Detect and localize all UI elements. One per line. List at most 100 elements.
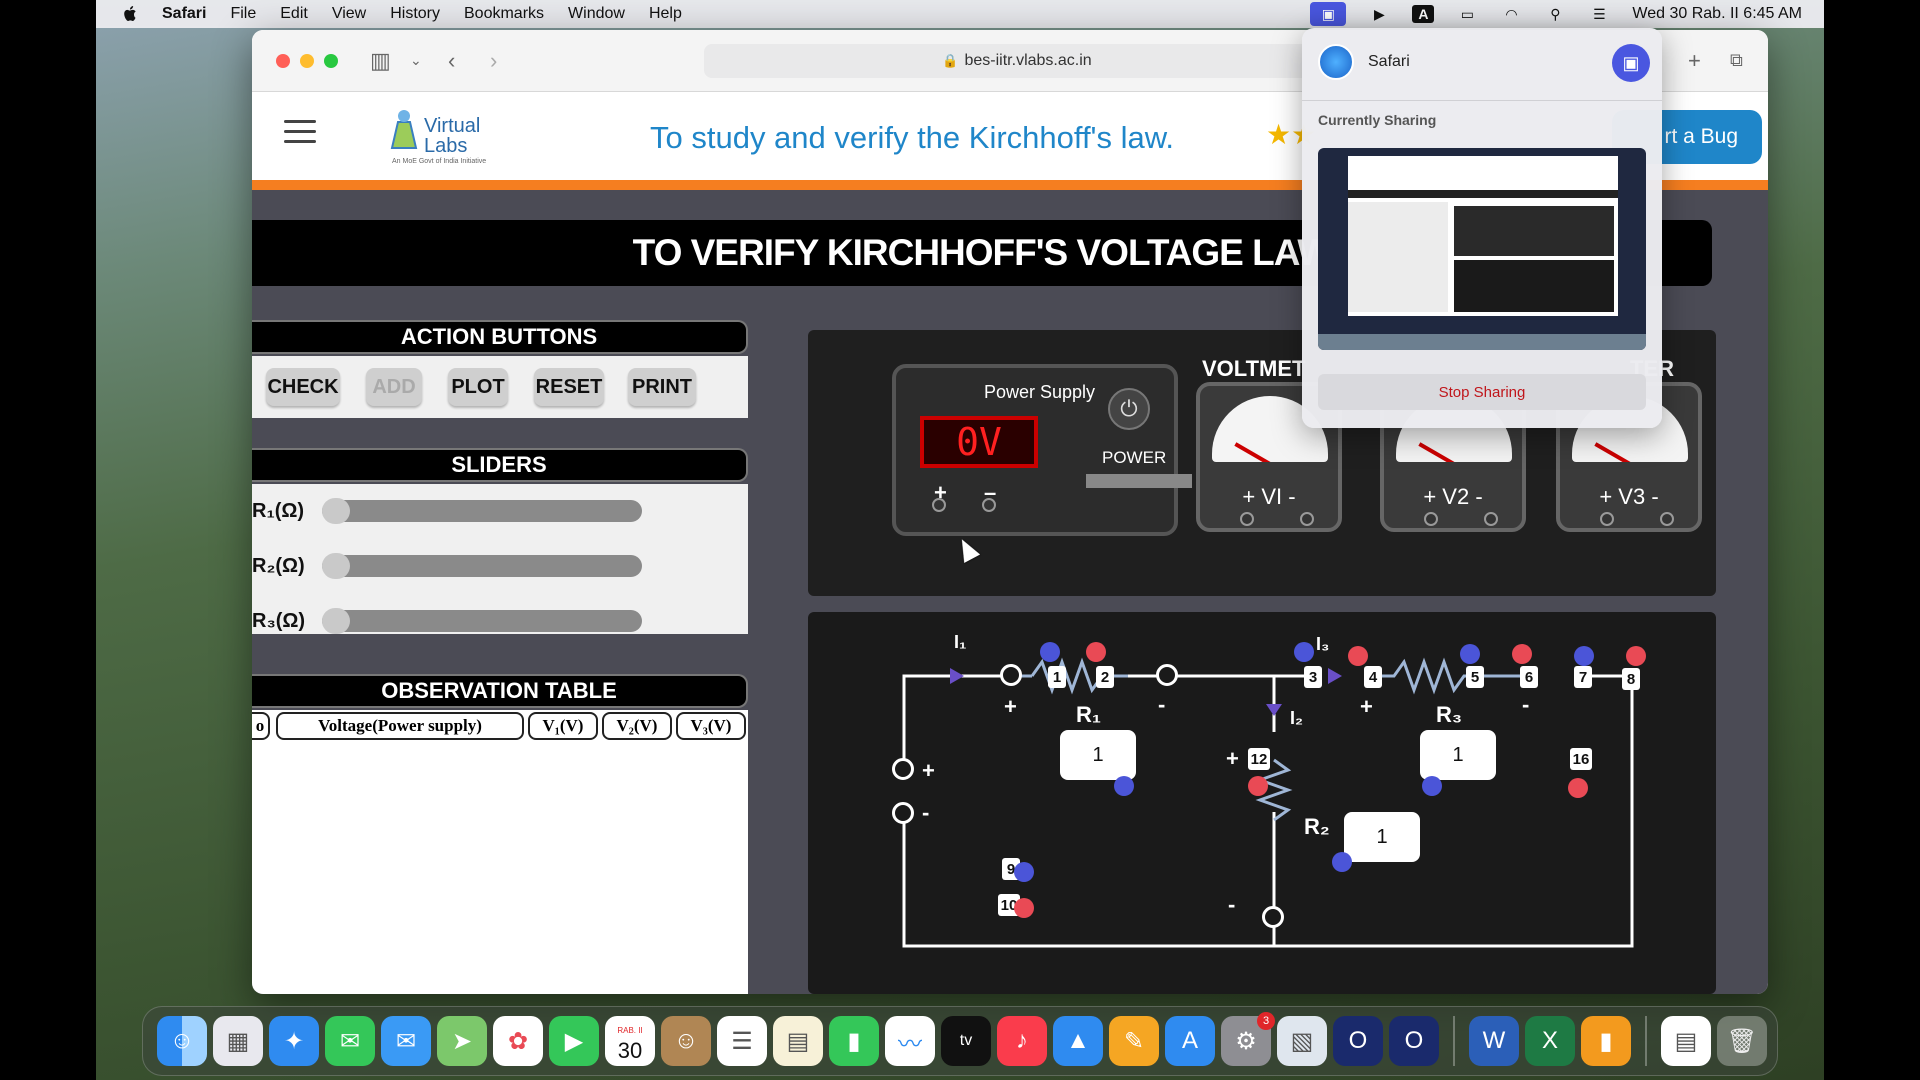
calendar-icon[interactable]: RAB. II 30 xyxy=(605,1016,655,1066)
menu-file[interactable]: File xyxy=(230,5,256,23)
connection-point-6[interactable] xyxy=(1512,644,1532,664)
menu-view[interactable]: View xyxy=(332,5,366,23)
connection-point-r3[interactable] xyxy=(1422,776,1442,796)
hamburger-menu-icon[interactable] xyxy=(284,120,316,144)
slider-r2-handle[interactable] xyxy=(322,553,350,579)
connection-point-2[interactable] xyxy=(1086,642,1106,662)
photos-icon[interactable]: ✿ xyxy=(493,1016,543,1066)
input-source-icon[interactable]: A xyxy=(1412,5,1435,23)
connection-point-3[interactable] xyxy=(1294,642,1314,662)
reset-button[interactable]: RESET xyxy=(534,368,604,406)
tab-overview-icon[interactable]: ⧉ xyxy=(1730,50,1743,71)
connection-point-4[interactable] xyxy=(1348,646,1368,666)
close-window-button[interactable] xyxy=(276,54,290,68)
voltmeter-v2-negative-terminal[interactable] xyxy=(1484,512,1498,526)
numbers-icon[interactable]: ▮ xyxy=(829,1016,879,1066)
sharing-preview-thumbnail[interactable] xyxy=(1318,148,1646,350)
facetime-icon[interactable]: ▶ xyxy=(549,1016,599,1066)
pages-icon[interactable]: ✎ xyxy=(1109,1016,1159,1066)
excel-icon[interactable]: X xyxy=(1525,1016,1575,1066)
connection-point-r2[interactable] xyxy=(1332,852,1352,872)
voltmeter-v1-positive-terminal[interactable] xyxy=(1240,512,1254,526)
power-supply-knob[interactable] xyxy=(1086,474,1192,488)
observation-table-header: OBSERVATION TABLE xyxy=(252,674,748,708)
downloads-stack-icon[interactable]: ▤ xyxy=(1661,1016,1711,1066)
menubar-datetime[interactable]: Wed 30 Rab. II 6:45 AM xyxy=(1632,5,1802,23)
apple-tv-icon[interactable]: tv xyxy=(941,1016,991,1066)
zoom-window-button[interactable] xyxy=(324,54,338,68)
menu-help[interactable]: Help xyxy=(649,5,682,23)
connection-point-12[interactable] xyxy=(1248,776,1268,796)
stop-sharing-button[interactable]: Stop Sharing xyxy=(1318,374,1646,410)
address-bar[interactable]: 🔒 bes-iitr.vlabs.ac.in xyxy=(704,44,1330,78)
menu-app-name[interactable]: Safari xyxy=(162,5,206,23)
power-button-icon[interactable]: ⏻ xyxy=(1108,388,1150,430)
minimize-window-button[interactable] xyxy=(300,54,314,68)
screen-sharing-icon[interactable]: ▣ xyxy=(1310,2,1347,26)
launchpad-icon[interactable]: ▦ xyxy=(213,1016,263,1066)
trash-icon[interactable]: 🗑 xyxy=(1717,1016,1767,1066)
print-button[interactable]: PRINT xyxy=(628,368,696,406)
connection-point-r1[interactable] xyxy=(1114,776,1134,796)
menu-edit[interactable]: Edit xyxy=(280,5,308,23)
contacts-icon[interactable]: ☺ xyxy=(661,1016,711,1066)
virtual-labs-logo[interactable]: Virtual Labs An MoE Govt of India Initia… xyxy=(384,106,494,166)
back-button[interactable]: ‹ xyxy=(448,48,455,74)
voltmeter-v3-positive-terminal[interactable] xyxy=(1600,512,1614,526)
connection-point-9[interactable] xyxy=(1014,862,1034,882)
books-icon[interactable]: ▮ xyxy=(1581,1016,1631,1066)
control-center-icon[interactable]: ☰ xyxy=(1588,5,1610,23)
outlook-second-icon[interactable]: O xyxy=(1389,1016,1439,1066)
psu-positive-terminal[interactable] xyxy=(932,498,946,512)
menu-history[interactable]: History xyxy=(390,5,440,23)
connection-point-1[interactable] xyxy=(1040,642,1060,662)
screen-sharing-popover: Safari ▣ Currently Sharing Stop Sharing xyxy=(1302,28,1662,428)
chevron-down-icon[interactable]: ⌄ xyxy=(410,52,422,69)
safari-icon[interactable]: ✦ xyxy=(269,1016,319,1066)
apple-menu-icon[interactable] xyxy=(120,4,140,24)
spotlight-search-icon[interactable]: ⚲ xyxy=(1544,5,1566,23)
keynote-icon[interactable]: ▲ xyxy=(1053,1016,1103,1066)
voltmeter-v1-negative-terminal[interactable] xyxy=(1300,512,1314,526)
freeform-icon[interactable]: 〰 xyxy=(885,1016,935,1066)
menu-bookmarks[interactable]: Bookmarks xyxy=(464,5,544,23)
slider-r2-track[interactable] xyxy=(322,553,642,579)
screen-share-icon[interactable]: ▣ xyxy=(1612,44,1650,82)
slider-r1-handle[interactable] xyxy=(322,498,350,524)
plus-sign: + xyxy=(922,758,935,783)
slider-r3-track[interactable] xyxy=(322,608,642,634)
slider-r1-track[interactable] xyxy=(322,498,642,524)
plot-button[interactable]: PLOT xyxy=(448,368,508,406)
music-icon[interactable]: ♪ xyxy=(997,1016,1047,1066)
word-icon[interactable]: W xyxy=(1469,1016,1519,1066)
outlook-icon[interactable]: O xyxy=(1333,1016,1383,1066)
sidebar-toggle-icon[interactable]: ▥ xyxy=(370,48,391,74)
notes-icon[interactable]: ▤ xyxy=(773,1016,823,1066)
battery-icon[interactable]: ▭ xyxy=(1456,5,1478,23)
connection-point-8[interactable] xyxy=(1626,646,1646,666)
connection-point-5[interactable] xyxy=(1460,644,1480,664)
slider-r3-handle[interactable] xyxy=(322,608,350,634)
voltmeter-v3-negative-terminal[interactable] xyxy=(1660,512,1674,526)
reminders-icon[interactable]: ☰ xyxy=(717,1016,767,1066)
messages-icon[interactable]: ✉ xyxy=(325,1016,375,1066)
voltmeter-v2-positive-terminal[interactable] xyxy=(1424,512,1438,526)
connection-point-10[interactable] xyxy=(1014,898,1034,918)
psu-negative-terminal[interactable] xyxy=(982,498,996,512)
connection-point-7[interactable] xyxy=(1574,646,1594,666)
preview-icon[interactable]: ▧ xyxy=(1277,1016,1327,1066)
forward-button[interactable]: › xyxy=(490,48,497,74)
minus-sign: - xyxy=(922,800,930,825)
menu-window[interactable]: Window xyxy=(568,5,625,23)
new-tab-button[interactable]: + xyxy=(1688,48,1701,74)
wifi-icon[interactable]: ◠ xyxy=(1500,5,1522,23)
check-button[interactable]: CHECK xyxy=(266,368,340,406)
play-icon[interactable]: ▶ xyxy=(1368,5,1390,23)
app-store-icon[interactable]: A xyxy=(1165,1016,1215,1066)
system-settings-icon[interactable]: ⚙ 3 xyxy=(1221,1012,1275,1066)
maps-icon[interactable]: ➤ xyxy=(437,1016,487,1066)
connection-point-16[interactable] xyxy=(1568,778,1588,798)
mail-icon[interactable]: ✉ xyxy=(381,1016,431,1066)
finder-icon[interactable]: ☺ xyxy=(157,1016,207,1066)
add-button[interactable]: ADD xyxy=(366,368,422,406)
